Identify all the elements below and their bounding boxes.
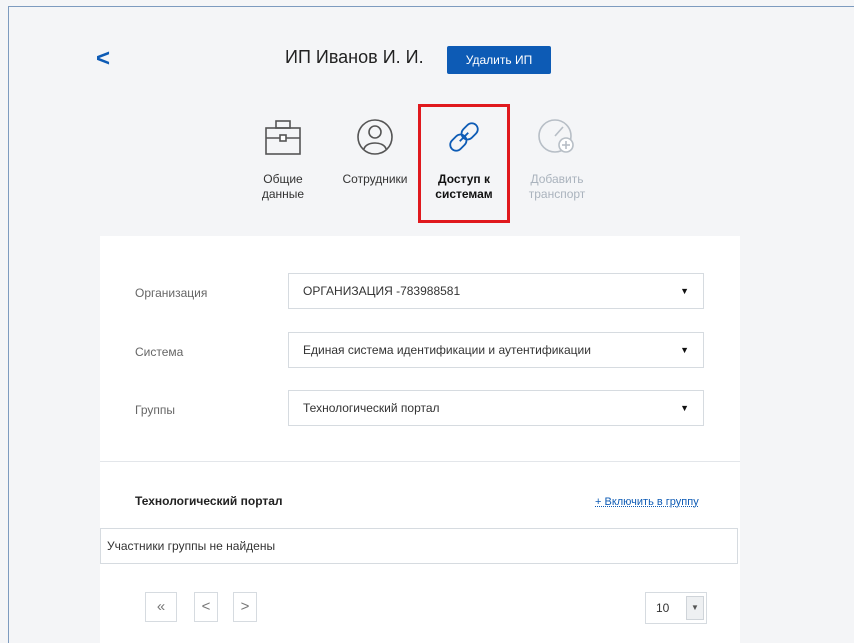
nav-item-general-data[interactable]: Общие данные bbox=[252, 114, 314, 202]
next-page-button[interactable]: > bbox=[233, 592, 257, 622]
include-in-group-link[interactable]: + Включить в группу bbox=[595, 496, 699, 508]
page-size-value: 10 bbox=[656, 601, 670, 615]
first-page-button[interactable]: « bbox=[145, 592, 177, 622]
nav-item-label: Общие bbox=[263, 172, 303, 186]
briefcase-icon bbox=[252, 114, 314, 164]
page-size-select[interactable]: 10 ▼ bbox=[645, 592, 707, 624]
organization-value: ОРГАНИЗАЦИЯ -783988581 bbox=[303, 284, 461, 298]
nav-item-label: Добавить bbox=[530, 172, 584, 186]
delete-ip-button[interactable]: Удалить ИП bbox=[447, 46, 551, 74]
dropdown-arrow-icon: ▼ bbox=[680, 403, 689, 413]
link-icon bbox=[424, 114, 504, 164]
prev-page-button[interactable]: < bbox=[194, 592, 218, 622]
nav-item-label: Доступ к bbox=[438, 172, 490, 186]
person-icon bbox=[338, 114, 412, 164]
group-section-title: Технологический портал bbox=[135, 494, 283, 508]
system-label: Система bbox=[135, 345, 184, 359]
back-button[interactable]: < bbox=[92, 46, 114, 72]
organization-select[interactable]: ОРГАНИЗАЦИЯ -783988581 ▼ bbox=[288, 273, 704, 309]
chevron-down-icon: ▼ bbox=[686, 596, 704, 620]
divider bbox=[100, 461, 740, 462]
nav-item-add-transport[interactable]: Добавить транспорт bbox=[520, 114, 594, 202]
groups-label: Группы bbox=[135, 403, 175, 417]
groups-value: Технологический портал bbox=[303, 401, 440, 415]
group-members-empty-message: Участники группы не найдены bbox=[100, 528, 738, 564]
groups-select[interactable]: Технологический портал ▼ bbox=[288, 390, 704, 426]
system-select[interactable]: Единая система идентификации и аутентифи… bbox=[288, 332, 704, 368]
nav-item-label: данные bbox=[261, 187, 305, 201]
nav-item-employees[interactable]: Сотрудники bbox=[338, 114, 412, 187]
dropdown-arrow-icon: ▼ bbox=[680, 286, 689, 296]
speedometer-add-icon bbox=[520, 114, 594, 164]
nav-item-label: Сотрудники bbox=[342, 172, 408, 186]
nav-item-label: транспорт bbox=[528, 187, 586, 201]
dropdown-arrow-icon: ▼ bbox=[680, 345, 689, 355]
nav-item-system-access[interactable]: Доступ к системам bbox=[424, 114, 504, 202]
nav-item-label: системам bbox=[435, 187, 493, 201]
organization-label: Организация bbox=[135, 286, 208, 300]
system-value: Единая система идентификации и аутентифи… bbox=[303, 343, 591, 357]
page-title: ИП Иванов И. И. bbox=[285, 47, 424, 67]
